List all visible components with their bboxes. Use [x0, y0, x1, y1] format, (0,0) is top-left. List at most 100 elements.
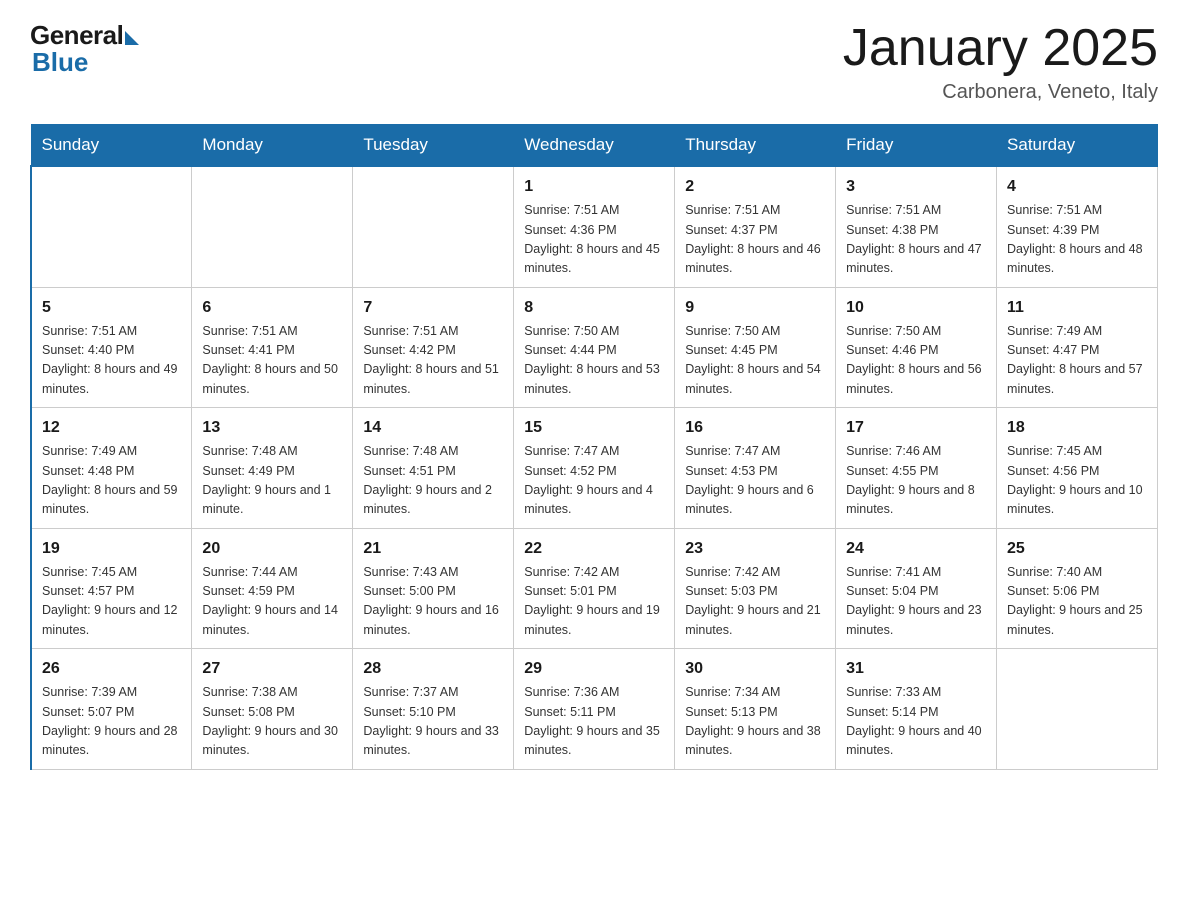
- header-cell-saturday: Saturday: [997, 125, 1158, 167]
- day-number: 26: [42, 657, 181, 681]
- day-number: 17: [846, 416, 986, 440]
- day-info: Sunrise: 7:49 AM Sunset: 4:48 PM Dayligh…: [42, 442, 181, 520]
- header-row: SundayMondayTuesdayWednesdayThursdayFrid…: [31, 125, 1158, 167]
- day-number: 11: [1007, 296, 1147, 320]
- day-number: 13: [202, 416, 342, 440]
- week-row-0: 1Sunrise: 7:51 AM Sunset: 4:36 PM Daylig…: [31, 166, 1158, 287]
- day-info: Sunrise: 7:41 AM Sunset: 5:04 PM Dayligh…: [846, 563, 986, 641]
- header-cell-thursday: Thursday: [675, 125, 836, 167]
- day-number: 8: [524, 296, 664, 320]
- day-info: Sunrise: 7:51 AM Sunset: 4:40 PM Dayligh…: [42, 322, 181, 400]
- calendar-table: SundayMondayTuesdayWednesdayThursdayFrid…: [30, 124, 1158, 770]
- day-cell: 31Sunrise: 7:33 AM Sunset: 5:14 PM Dayli…: [836, 649, 997, 770]
- day-number: 6: [202, 296, 342, 320]
- day-cell: 18Sunrise: 7:45 AM Sunset: 4:56 PM Dayli…: [997, 408, 1158, 529]
- day-info: Sunrise: 7:44 AM Sunset: 4:59 PM Dayligh…: [202, 563, 342, 641]
- day-cell: 15Sunrise: 7:47 AM Sunset: 4:52 PM Dayli…: [514, 408, 675, 529]
- day-info: Sunrise: 7:40 AM Sunset: 5:06 PM Dayligh…: [1007, 563, 1147, 641]
- day-number: 14: [363, 416, 503, 440]
- day-number: 19: [42, 537, 181, 561]
- day-info: Sunrise: 7:34 AM Sunset: 5:13 PM Dayligh…: [685, 683, 825, 761]
- day-number: 31: [846, 657, 986, 681]
- calendar-header: SundayMondayTuesdayWednesdayThursdayFrid…: [31, 125, 1158, 167]
- day-number: 21: [363, 537, 503, 561]
- day-cell: 26Sunrise: 7:39 AM Sunset: 5:07 PM Dayli…: [31, 649, 192, 770]
- day-cell: 6Sunrise: 7:51 AM Sunset: 4:41 PM Daylig…: [192, 287, 353, 408]
- day-cell: 16Sunrise: 7:47 AM Sunset: 4:53 PM Dayli…: [675, 408, 836, 529]
- day-cell: 29Sunrise: 7:36 AM Sunset: 5:11 PM Dayli…: [514, 649, 675, 770]
- day-cell: 24Sunrise: 7:41 AM Sunset: 5:04 PM Dayli…: [836, 528, 997, 649]
- day-cell: 11Sunrise: 7:49 AM Sunset: 4:47 PM Dayli…: [997, 287, 1158, 408]
- day-cell: 8Sunrise: 7:50 AM Sunset: 4:44 PM Daylig…: [514, 287, 675, 408]
- day-info: Sunrise: 7:51 AM Sunset: 4:41 PM Dayligh…: [202, 322, 342, 400]
- day-number: 3: [846, 175, 986, 199]
- day-info: Sunrise: 7:46 AM Sunset: 4:55 PM Dayligh…: [846, 442, 986, 520]
- day-info: Sunrise: 7:47 AM Sunset: 4:53 PM Dayligh…: [685, 442, 825, 520]
- day-cell: [353, 166, 514, 287]
- header-cell-sunday: Sunday: [31, 125, 192, 167]
- week-row-3: 19Sunrise: 7:45 AM Sunset: 4:57 PM Dayli…: [31, 528, 1158, 649]
- day-info: Sunrise: 7:51 AM Sunset: 4:42 PM Dayligh…: [363, 322, 503, 400]
- day-info: Sunrise: 7:51 AM Sunset: 4:37 PM Dayligh…: [685, 201, 825, 279]
- day-number: 23: [685, 537, 825, 561]
- day-cell: 23Sunrise: 7:42 AM Sunset: 5:03 PM Dayli…: [675, 528, 836, 649]
- day-cell: 19Sunrise: 7:45 AM Sunset: 4:57 PM Dayli…: [31, 528, 192, 649]
- day-number: 5: [42, 296, 181, 320]
- day-number: 29: [524, 657, 664, 681]
- day-info: Sunrise: 7:42 AM Sunset: 5:03 PM Dayligh…: [685, 563, 825, 641]
- day-cell: 10Sunrise: 7:50 AM Sunset: 4:46 PM Dayli…: [836, 287, 997, 408]
- header-cell-wednesday: Wednesday: [514, 125, 675, 167]
- day-info: Sunrise: 7:48 AM Sunset: 4:49 PM Dayligh…: [202, 442, 342, 520]
- day-number: 4: [1007, 175, 1147, 199]
- page-header: General Blue January 2025 Carbonera, Ven…: [30, 20, 1158, 104]
- calendar-body: 1Sunrise: 7:51 AM Sunset: 4:36 PM Daylig…: [31, 166, 1158, 769]
- day-number: 9: [685, 296, 825, 320]
- logo-arrow-icon: [125, 31, 139, 45]
- day-cell: 1Sunrise: 7:51 AM Sunset: 4:36 PM Daylig…: [514, 166, 675, 287]
- day-cell: [997, 649, 1158, 770]
- day-number: 7: [363, 296, 503, 320]
- day-info: Sunrise: 7:45 AM Sunset: 4:57 PM Dayligh…: [42, 563, 181, 641]
- day-info: Sunrise: 7:50 AM Sunset: 4:46 PM Dayligh…: [846, 322, 986, 400]
- day-info: Sunrise: 7:51 AM Sunset: 4:36 PM Dayligh…: [524, 201, 664, 279]
- day-info: Sunrise: 7:37 AM Sunset: 5:10 PM Dayligh…: [363, 683, 503, 761]
- day-cell: [31, 166, 192, 287]
- day-cell: 13Sunrise: 7:48 AM Sunset: 4:49 PM Dayli…: [192, 408, 353, 529]
- day-number: 24: [846, 537, 986, 561]
- day-cell: 5Sunrise: 7:51 AM Sunset: 4:40 PM Daylig…: [31, 287, 192, 408]
- day-cell: 25Sunrise: 7:40 AM Sunset: 5:06 PM Dayli…: [997, 528, 1158, 649]
- day-number: 22: [524, 537, 664, 561]
- day-number: 16: [685, 416, 825, 440]
- day-info: Sunrise: 7:50 AM Sunset: 4:45 PM Dayligh…: [685, 322, 825, 400]
- day-number: 28: [363, 657, 503, 681]
- week-row-4: 26Sunrise: 7:39 AM Sunset: 5:07 PM Dayli…: [31, 649, 1158, 770]
- day-number: 15: [524, 416, 664, 440]
- day-cell: 7Sunrise: 7:51 AM Sunset: 4:42 PM Daylig…: [353, 287, 514, 408]
- day-cell: 3Sunrise: 7:51 AM Sunset: 4:38 PM Daylig…: [836, 166, 997, 287]
- day-number: 10: [846, 296, 986, 320]
- week-row-2: 12Sunrise: 7:49 AM Sunset: 4:48 PM Dayli…: [31, 408, 1158, 529]
- day-number: 27: [202, 657, 342, 681]
- day-info: Sunrise: 7:45 AM Sunset: 4:56 PM Dayligh…: [1007, 442, 1147, 520]
- day-info: Sunrise: 7:36 AM Sunset: 5:11 PM Dayligh…: [524, 683, 664, 761]
- header-cell-tuesday: Tuesday: [353, 125, 514, 167]
- day-number: 30: [685, 657, 825, 681]
- day-info: Sunrise: 7:38 AM Sunset: 5:08 PM Dayligh…: [202, 683, 342, 761]
- day-cell: 28Sunrise: 7:37 AM Sunset: 5:10 PM Dayli…: [353, 649, 514, 770]
- day-info: Sunrise: 7:51 AM Sunset: 4:38 PM Dayligh…: [846, 201, 986, 279]
- calendar-subtitle: Carbonera, Veneto, Italy: [843, 81, 1158, 104]
- week-row-1: 5Sunrise: 7:51 AM Sunset: 4:40 PM Daylig…: [31, 287, 1158, 408]
- day-info: Sunrise: 7:43 AM Sunset: 5:00 PM Dayligh…: [363, 563, 503, 641]
- day-number: 25: [1007, 537, 1147, 561]
- calendar-title: January 2025: [843, 20, 1158, 77]
- day-cell: 17Sunrise: 7:46 AM Sunset: 4:55 PM Dayli…: [836, 408, 997, 529]
- day-cell: 12Sunrise: 7:49 AM Sunset: 4:48 PM Dayli…: [31, 408, 192, 529]
- day-cell: 9Sunrise: 7:50 AM Sunset: 4:45 PM Daylig…: [675, 287, 836, 408]
- logo: General Blue: [30, 20, 139, 78]
- day-cell: 27Sunrise: 7:38 AM Sunset: 5:08 PM Dayli…: [192, 649, 353, 770]
- day-number: 18: [1007, 416, 1147, 440]
- day-cell: 14Sunrise: 7:48 AM Sunset: 4:51 PM Dayli…: [353, 408, 514, 529]
- day-cell: 2Sunrise: 7:51 AM Sunset: 4:37 PM Daylig…: [675, 166, 836, 287]
- day-info: Sunrise: 7:48 AM Sunset: 4:51 PM Dayligh…: [363, 442, 503, 520]
- day-cell: 22Sunrise: 7:42 AM Sunset: 5:01 PM Dayli…: [514, 528, 675, 649]
